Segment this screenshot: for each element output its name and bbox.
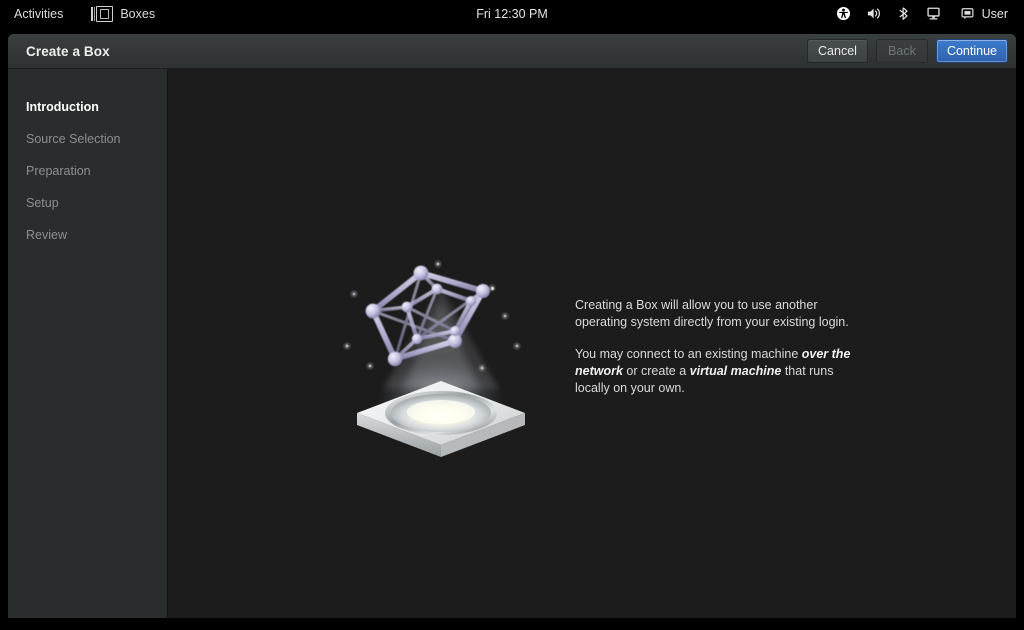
- sidebar-item-preparation[interactable]: Preparation: [8, 155, 167, 187]
- user-menu-label: User: [981, 6, 1008, 21]
- wizard-content-area: Creating a Box will allow you to use ano…: [168, 69, 1016, 618]
- screen: Activities Boxes Fri 12:30 PM User Creat…: [0, 0, 1024, 630]
- app-menu-button[interactable]: Boxes: [79, 0, 167, 27]
- sidebar-item-source-selection[interactable]: Source Selection: [8, 123, 167, 155]
- sidebar-item-setup[interactable]: Setup: [8, 187, 167, 219]
- message-icon: [960, 6, 976, 22]
- star-particle: [353, 293, 356, 296]
- page-title: Create a Box: [26, 43, 110, 59]
- top-bar-left: Activities Boxes: [0, 0, 167, 27]
- clock-label: Fri 12:30 PM: [476, 6, 548, 21]
- bluetooth-icon[interactable]: [896, 6, 912, 22]
- back-button: Back: [875, 39, 928, 63]
- hologram-projector-base: [357, 381, 525, 457]
- tesseract-wireframe-icon: [365, 265, 490, 367]
- user-menu-button[interactable]: User: [956, 0, 1016, 27]
- app-menu-label: Boxes: [120, 6, 156, 21]
- gnome-top-bar: Activities Boxes Fri 12:30 PM User: [0, 0, 1024, 27]
- clock-button[interactable]: Fri 12:30 PM: [468, 0, 556, 27]
- introduction-panel: Creating a Box will allow you to use ano…: [341, 249, 853, 469]
- introduction-description: Creating a Box will allow you to use ano…: [575, 249, 853, 397]
- volume-icon[interactable]: [866, 6, 882, 22]
- sidebar-item-review[interactable]: Review: [8, 219, 167, 251]
- create-a-box-window: Create a Box Cancel Back Continue Introd…: [8, 34, 1016, 618]
- header-actions: Cancel Back Continue: [807, 34, 1008, 68]
- top-bar-status-area[interactable]: User: [836, 0, 1016, 27]
- window-header-bar: Create a Box Cancel Back Continue: [8, 34, 1016, 69]
- star-particle: [346, 345, 348, 347]
- description-paragraph-2: You may connect to an existing machine o…: [575, 346, 853, 397]
- description-paragraph-1: Creating a Box will allow you to use ano…: [575, 298, 849, 329]
- activities-button[interactable]: Activities: [0, 0, 79, 27]
- sidebar-item-introduction[interactable]: Introduction: [8, 91, 167, 123]
- display-icon[interactable]: [926, 6, 942, 22]
- description-emphasis-vm: virtual machine: [689, 364, 782, 378]
- description-text-1: You may connect to an existing machine: [575, 347, 802, 361]
- wizard-steps-sidebar: Introduction Source Selection Preparatio…: [8, 69, 168, 618]
- activities-label: Activities: [14, 6, 64, 21]
- window-body: Introduction Source Selection Preparatio…: [8, 69, 1016, 618]
- accessibility-icon[interactable]: [836, 6, 852, 22]
- continue-button[interactable]: Continue: [935, 39, 1008, 63]
- cancel-button[interactable]: Cancel: [807, 39, 868, 63]
- boxes-app-icon: [91, 5, 114, 22]
- description-text-2: or create a: [622, 364, 690, 378]
- boxes-welcome-hologram-illustration: [341, 249, 541, 469]
